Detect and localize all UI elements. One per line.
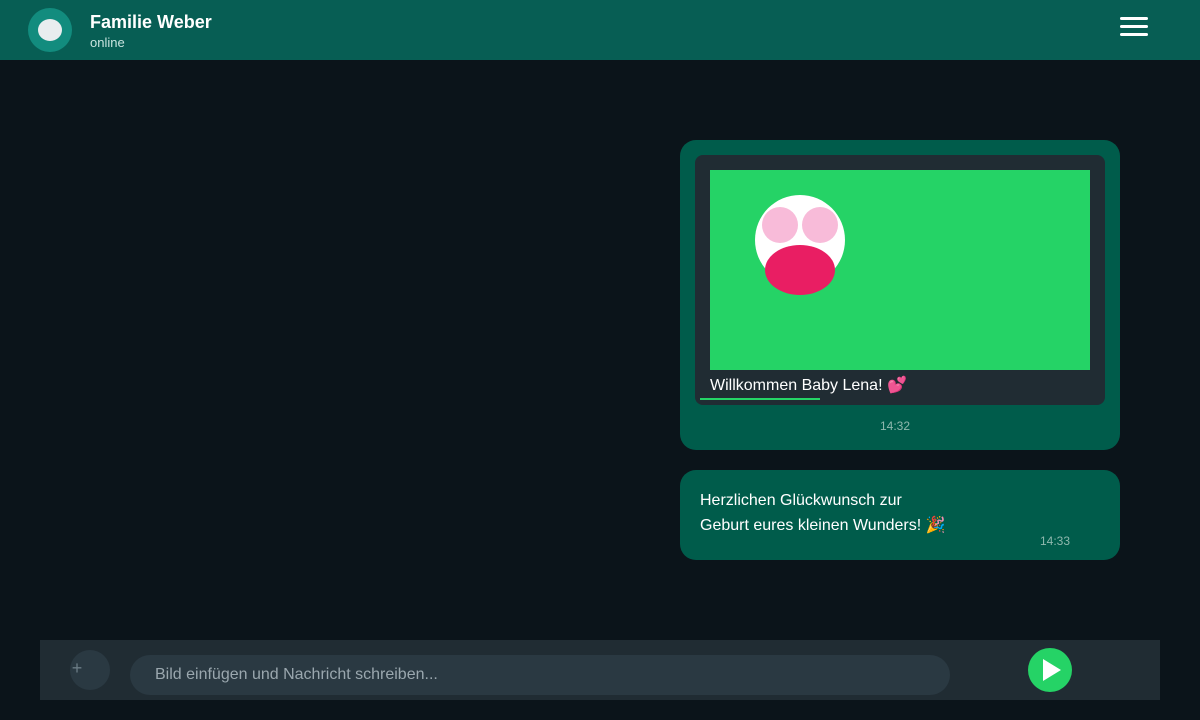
message-text: Herzlichen Glückwunsch zur Geburt eures … xyxy=(700,488,946,538)
chat-header: Familie Weber online xyxy=(0,0,1200,60)
text-message-bubble: Herzlichen Glückwunsch zur Geburt eures … xyxy=(680,470,1120,560)
media-card: Willkommen Baby Lena! 💕 xyxy=(695,155,1105,405)
left-eye xyxy=(762,207,798,243)
composer-bar: + xyxy=(40,640,1160,700)
image-message-bubble: Willkommen Baby Lena! 💕 14:32 xyxy=(680,140,1120,450)
right-eye xyxy=(802,207,838,243)
message-timestamp: 14:33 xyxy=(1040,534,1071,548)
message-line: Herzlichen Glückwunsch zur xyxy=(700,492,902,509)
upload-progress-fill xyxy=(700,398,820,400)
attach-button[interactable]: + xyxy=(70,650,110,690)
eye-icon xyxy=(38,19,62,41)
plus-icon: + xyxy=(71,658,83,678)
message-line: Geburt eures kleinen Wunders! 🎉 xyxy=(700,517,946,534)
contact-avatar[interactable] xyxy=(28,8,72,52)
send-play-icon xyxy=(1043,659,1061,681)
send-button[interactable] xyxy=(1028,648,1072,692)
message-timestamp: 14:32 xyxy=(880,419,911,433)
baby-face-icon xyxy=(755,195,845,295)
upload-progress-bar xyxy=(700,398,820,400)
hamburger-menu-icon[interactable] xyxy=(1114,14,1154,44)
contact-status: online xyxy=(90,35,125,50)
message-input[interactable] xyxy=(130,655,950,695)
baby-photo[interactable] xyxy=(710,170,1090,370)
image-caption: Willkommen Baby Lena! 💕 xyxy=(710,377,907,394)
contact-name[interactable]: Familie Weber xyxy=(90,12,212,33)
baby-mouth xyxy=(765,245,835,295)
